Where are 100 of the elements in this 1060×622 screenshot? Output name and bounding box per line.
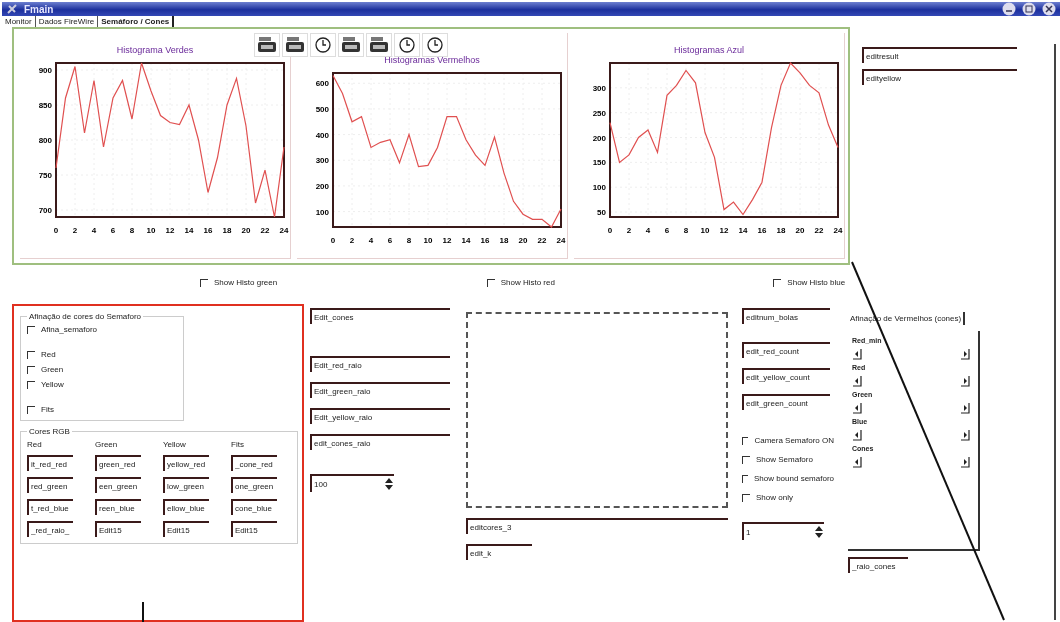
input-field[interactable]: een_green	[95, 477, 141, 493]
tick-label: 14	[461, 236, 471, 245]
input-field[interactable]: Edit_cones	[310, 308, 450, 324]
checkbox[interactable]: Green	[27, 365, 177, 374]
toolbar-button[interactable]	[282, 33, 308, 57]
toolbar-button[interactable]	[394, 33, 420, 57]
close-icon[interactable]	[1042, 2, 1056, 16]
minimize-icon[interactable]	[1002, 2, 1016, 16]
input-field[interactable]: reen_blue	[95, 499, 141, 515]
checkbox[interactable]: Show Semaforo	[742, 455, 834, 464]
tick-label: 6	[664, 226, 670, 235]
tick-label: 24	[556, 236, 566, 245]
checkbox[interactable]: Show Histo green	[200, 275, 487, 290]
tick-label: 6	[110, 226, 116, 235]
checkbox[interactable]: Red	[27, 350, 177, 359]
input-field[interactable]: Edit15	[95, 521, 141, 537]
tick-label: 12	[719, 226, 729, 235]
input-field[interactable]: edit_green_count	[742, 394, 830, 410]
checkbox[interactable]: Show bound semaforo	[742, 474, 834, 483]
scroll-right-icon[interactable]	[960, 375, 970, 387]
scroll-left-icon[interactable]	[852, 429, 862, 441]
chart-title: Histogramas Azul	[674, 45, 744, 55]
tick-label: 750	[38, 171, 52, 180]
input-field[interactable]: cone_blue	[231, 499, 277, 515]
input-field[interactable]: edit_red_count	[742, 342, 830, 358]
input-field[interactable]: it_red_red	[27, 455, 73, 471]
tick-label: 2	[72, 226, 78, 235]
input-field[interactable]: red_green	[27, 477, 73, 493]
input-field[interactable]: Edit_red_raio	[310, 356, 450, 372]
clock-icon	[427, 37, 443, 53]
input-field[interactable]: Edit_yellow_raio	[310, 408, 450, 424]
checkbox[interactable]: Afina_semaforo	[27, 325, 177, 334]
checkbox[interactable]: Show only	[742, 493, 834, 502]
scroll-bar[interactable]	[852, 347, 970, 361]
leader-line	[142, 601, 144, 622]
input-field[interactable]: editnum_bolas	[742, 308, 830, 324]
input-field[interactable]: Edit_green_raio	[310, 382, 450, 398]
maximize-icon[interactable]	[1022, 2, 1036, 16]
input-field[interactable]: edit_k	[466, 544, 532, 560]
input-field[interactable]: editresult	[862, 47, 1017, 63]
input-field[interactable]: edit_cones_raio	[310, 434, 450, 450]
input-field[interactable]: _cone_red	[231, 455, 277, 471]
scroll-bar[interactable]	[852, 374, 970, 388]
scroll-right-icon[interactable]	[960, 456, 970, 468]
input-field[interactable]: edit_yellow_count	[742, 368, 830, 384]
spin-field[interactable]: 1	[742, 522, 824, 540]
input-field[interactable]: one_green	[231, 477, 277, 493]
toolbar-button[interactable]	[338, 33, 364, 57]
scroll-bar[interactable]	[852, 428, 970, 442]
tick-label: 300	[592, 83, 606, 93]
spin-arrows-icon[interactable]	[384, 477, 394, 491]
scroll-bar[interactable]	[852, 455, 970, 469]
tick-label: 200	[592, 133, 606, 143]
input-field[interactable]: edityellow	[862, 69, 1017, 85]
checkbox[interactable]: Camera Semaforo ON	[742, 436, 834, 445]
tab[interactable]: Monitor	[2, 16, 36, 27]
input-field[interactable]: ellow_blue	[163, 499, 209, 515]
toolbar-button[interactable]	[254, 33, 280, 57]
tick-label: 8	[683, 226, 689, 235]
app-icon	[6, 3, 18, 15]
checkbox[interactable]: Yellow	[27, 380, 177, 389]
tick-label: 0	[330, 236, 336, 245]
spin-arrows-icon[interactable]	[814, 525, 824, 539]
toolbar-button[interactable]	[310, 33, 336, 57]
tick-label: 10	[423, 236, 433, 245]
tab[interactable]: Dados FireWire	[35, 16, 99, 27]
chart-title: Histograma Verdes	[116, 45, 194, 55]
tick-label: 4	[91, 226, 97, 235]
scroll-right-icon[interactable]	[960, 429, 970, 441]
scroll-right-icon[interactable]	[960, 402, 970, 414]
scroll-left-icon[interactable]	[852, 348, 862, 360]
input-field[interactable]: Edit15	[231, 521, 277, 537]
tick-label: 22	[814, 226, 824, 235]
tick-label: 16	[203, 226, 213, 235]
checkbox[interactable]: Show Histo blue	[773, 275, 1060, 290]
input-field[interactable]: green_red	[95, 455, 141, 471]
input-field[interactable]: Edit15	[163, 521, 209, 537]
tab[interactable]: Semáforo / Cones	[98, 16, 175, 27]
column-label: Green	[95, 440, 119, 449]
tick-label: 400	[315, 130, 329, 140]
column-label: Red	[27, 440, 43, 449]
checkbox[interactable]: Show Histo red	[486, 275, 774, 290]
input-field[interactable]: editcores_3	[466, 518, 728, 534]
scroll-left-icon[interactable]	[852, 456, 862, 468]
input-field[interactable]: yellow_red	[163, 455, 209, 471]
tick-label: 18	[222, 226, 232, 235]
checkbox[interactable]: Fits	[27, 405, 177, 414]
scroll-bar[interactable]	[852, 401, 970, 415]
tick-label: 4	[368, 236, 374, 245]
column-label: Yellow	[163, 440, 187, 449]
input-field[interactable]: _raio_cones	[848, 557, 908, 573]
input-field[interactable]: _red_raio_	[27, 521, 73, 537]
scroll-left-icon[interactable]	[852, 402, 862, 414]
input-field[interactable]: t_red_blue	[27, 499, 73, 515]
scroll-right-icon[interactable]	[960, 348, 970, 360]
toolbar-button[interactable]	[366, 33, 392, 57]
spin-field[interactable]: 100	[310, 474, 394, 492]
toolbar-button[interactable]	[422, 33, 448, 57]
input-field[interactable]: low_green	[163, 477, 209, 493]
scroll-left-icon[interactable]	[852, 375, 862, 387]
